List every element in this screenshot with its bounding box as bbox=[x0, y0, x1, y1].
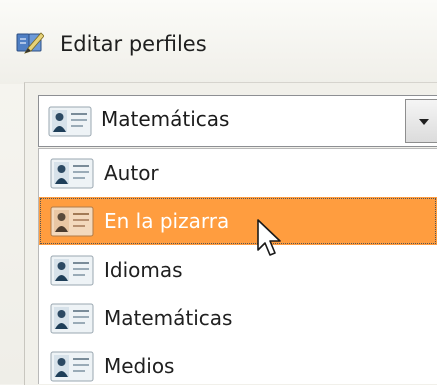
list-item-matematicas[interactable]: Matemáticas bbox=[39, 294, 437, 342]
edit-profiles-panel: Editar perfiles Matemáticas Autor En la … bbox=[0, 0, 437, 385]
profile-combo[interactable]: Matemáticas bbox=[38, 95, 437, 147]
list-item-label: Matemáticas bbox=[104, 306, 233, 330]
profile-card-icon bbox=[50, 206, 94, 237]
list-item-label: Medios bbox=[104, 354, 175, 378]
combo-dropdown-button[interactable] bbox=[405, 99, 437, 143]
list-item-medios[interactable]: Medios bbox=[39, 342, 437, 384]
mouse-pointer-icon bbox=[257, 219, 281, 256]
profile-card-icon bbox=[50, 351, 94, 382]
chevron-down-icon bbox=[419, 119, 429, 125]
title-bar: Editar perfiles bbox=[0, 0, 437, 84]
profile-card-icon bbox=[50, 303, 94, 334]
edit-profiles-icon bbox=[16, 32, 44, 54]
list-item-autor[interactable]: Autor bbox=[39, 149, 437, 197]
profile-card-icon bbox=[50, 158, 94, 189]
list-item-en-la-pizarra[interactable]: En la pizarra bbox=[39, 197, 437, 245]
list-item-label: En la pizarra bbox=[104, 209, 230, 233]
list-item-idiomas[interactable]: Idiomas bbox=[39, 246, 437, 294]
profile-dropdown-list: Autor En la pizarra Idiomas Matemáticas … bbox=[38, 148, 437, 384]
profile-card-icon bbox=[50, 255, 94, 286]
list-item-label: Idiomas bbox=[104, 258, 183, 282]
list-item-label: Autor bbox=[104, 161, 159, 185]
profile-card-icon bbox=[48, 106, 92, 137]
window-title: Editar perfiles bbox=[60, 32, 207, 56]
combo-selected-label: Matemáticas bbox=[101, 107, 230, 131]
